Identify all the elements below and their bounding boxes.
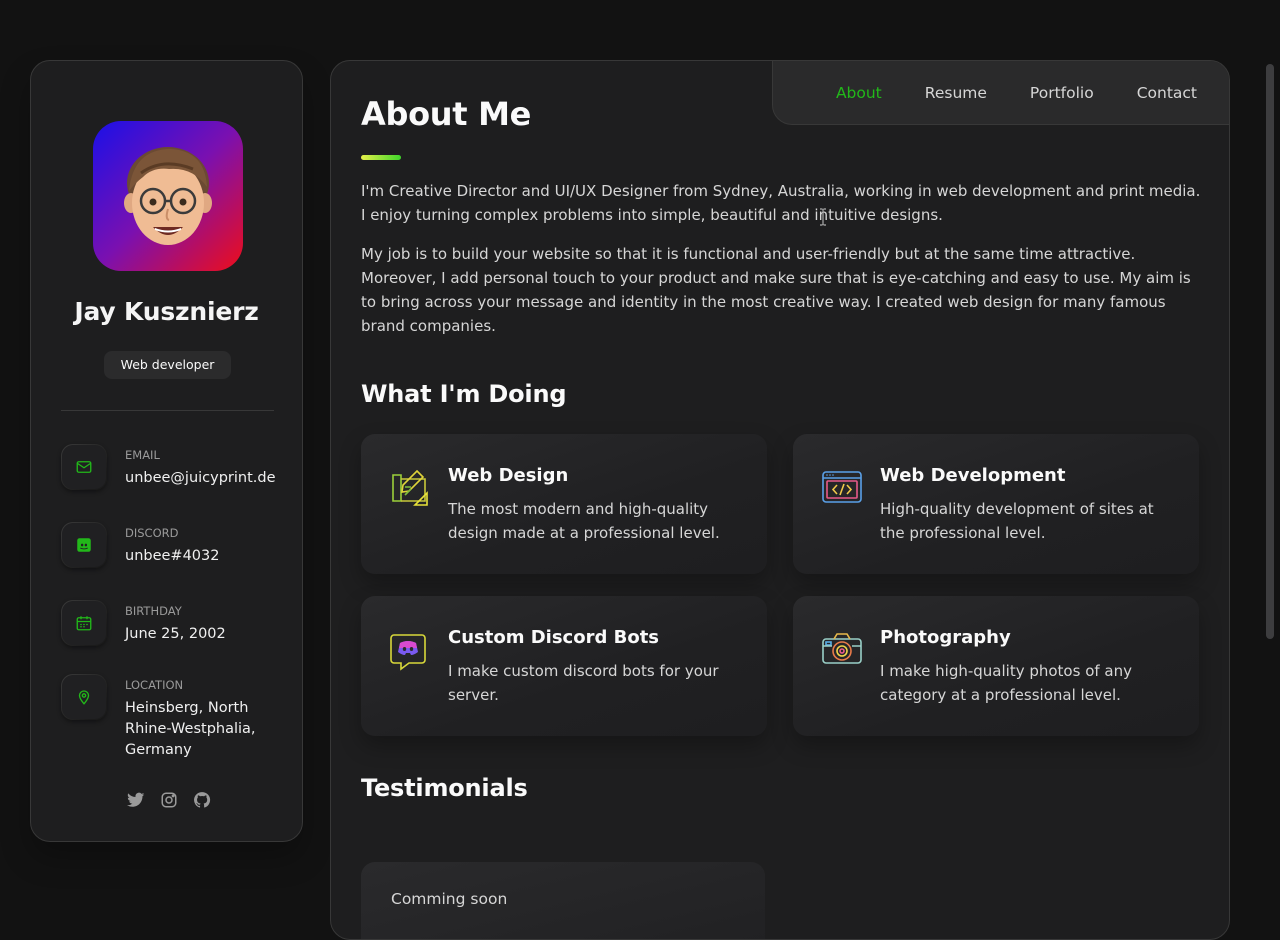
birthday-value: June 25, 2002 bbox=[125, 626, 226, 642]
contact-label: Discord bbox=[125, 526, 179, 540]
discord-value[interactable]: unbee#4032 bbox=[125, 546, 285, 567]
service-card-discord-bots: Custom Discord Bots I make custom discor… bbox=[361, 596, 767, 736]
service-text: I make high-quality photos of any catego… bbox=[880, 662, 1132, 704]
nav-item-contact[interactable]: Contact bbox=[1137, 84, 1197, 102]
service-card-photography: Photography I make high-quality photos o… bbox=[793, 596, 1199, 736]
memoji-avatar-icon bbox=[124, 147, 212, 245]
service-text: The most modern and high-quality design … bbox=[448, 500, 720, 542]
social-links bbox=[127, 791, 211, 809]
location-value: Heinsberg, North Rhine-Westphalia, Germa… bbox=[125, 700, 256, 758]
text-cursor-icon bbox=[820, 208, 826, 226]
service-card-web-development: Web Development High-quality development… bbox=[793, 434, 1199, 574]
service-title: Photography bbox=[880, 627, 1011, 648]
avatar bbox=[93, 121, 243, 271]
code-icon bbox=[821, 467, 863, 509]
profile-title-badge: Web developer bbox=[104, 351, 231, 379]
email-link[interactable]: unbee@juicyprint.de bbox=[125, 468, 285, 489]
main-content: About Resume Portfolio Contact About Me … bbox=[330, 60, 1230, 940]
discord-icon bbox=[61, 522, 107, 568]
page-title: About Me bbox=[361, 95, 532, 133]
profile-name: Jay Kusznierz bbox=[74, 297, 259, 326]
camera-icon bbox=[821, 629, 863, 671]
navbar: About Resume Portfolio Contact bbox=[772, 61, 1229, 125]
service-title: Web Development bbox=[880, 465, 1066, 486]
testimonial-card: Comming soon bbox=[361, 862, 765, 939]
discord-bot-icon bbox=[389, 629, 431, 671]
about-paragraph: My job is to build your website so that … bbox=[361, 245, 1191, 335]
service-title: Web Design bbox=[448, 465, 569, 486]
testimonial-placeholder: Comming soon bbox=[391, 890, 508, 908]
service-card-web-design: Web Design The most modern and high-qual… bbox=[361, 434, 767, 574]
mail-icon bbox=[61, 444, 107, 490]
services-heading: What I'm Doing bbox=[361, 380, 567, 408]
contact-label: Location bbox=[125, 678, 184, 692]
service-text: I make custom discord bots for your serv… bbox=[448, 662, 719, 704]
contact-label: Email bbox=[125, 448, 160, 462]
github-icon[interactable] bbox=[193, 791, 211, 809]
service-text: High-quality development of sites at the… bbox=[880, 500, 1154, 542]
profile-sidebar: Jay Kusznierz Web developer Email unbee@… bbox=[30, 60, 303, 842]
sidebar-divider bbox=[61, 410, 274, 411]
nav-item-about[interactable]: About bbox=[836, 84, 882, 102]
service-title: Custom Discord Bots bbox=[448, 627, 660, 648]
title-underline bbox=[361, 155, 401, 160]
testimonials-heading: Testimonials bbox=[361, 774, 528, 802]
nav-item-portfolio[interactable]: Portfolio bbox=[1030, 84, 1094, 102]
design-icon bbox=[389, 467, 431, 509]
contact-label: Birthday bbox=[125, 604, 182, 618]
about-paragraph: I'm Creative Director and UI/UX Designer… bbox=[361, 182, 1201, 224]
instagram-icon[interactable] bbox=[160, 791, 178, 809]
calendar-icon bbox=[61, 600, 107, 646]
location-pin-icon bbox=[61, 674, 107, 720]
page-scrollbar[interactable] bbox=[1266, 64, 1274, 639]
twitter-icon[interactable] bbox=[127, 791, 145, 809]
nav-item-resume[interactable]: Resume bbox=[925, 84, 987, 102]
